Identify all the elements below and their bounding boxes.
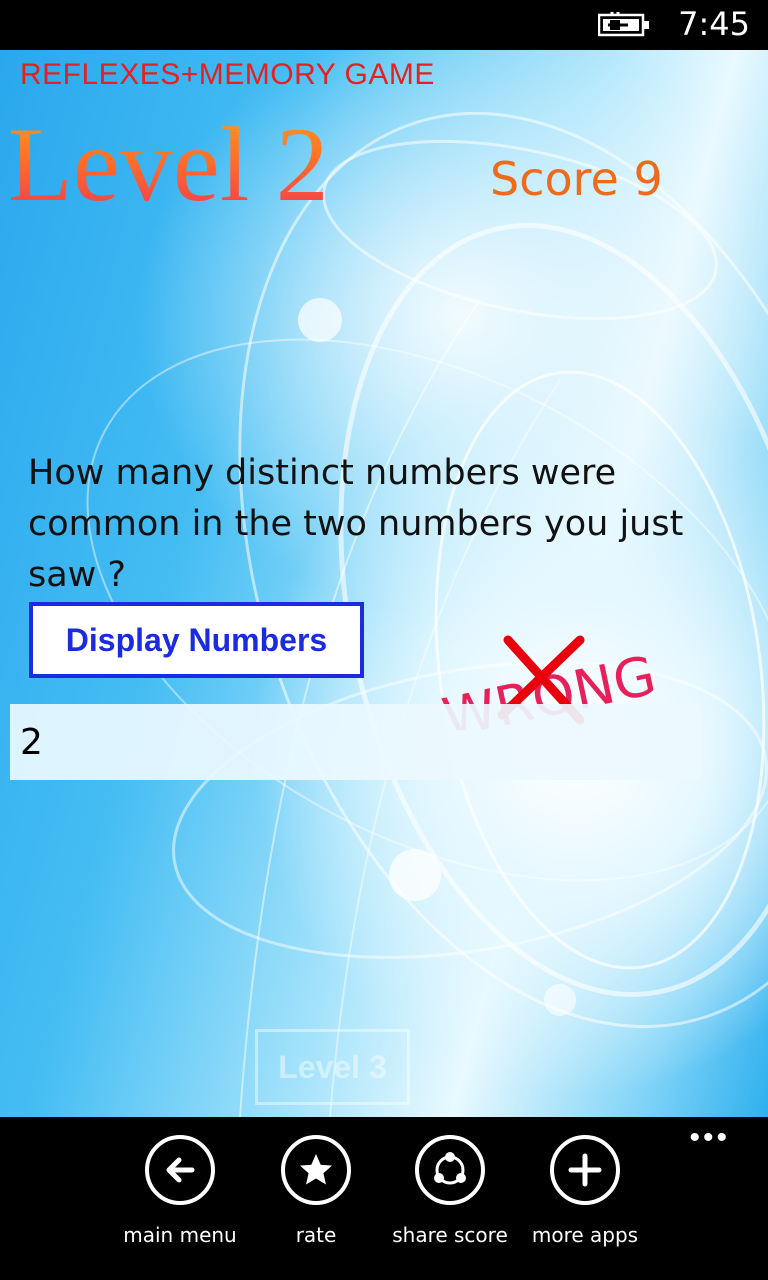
star-icon <box>281 1135 351 1205</box>
back-arrow-icon <box>145 1135 215 1205</box>
level-title: Level 2 <box>8 106 329 223</box>
clock: 7:45 <box>678 5 750 43</box>
rate-label: rate <box>295 1223 337 1247</box>
battery-charging-icon <box>598 12 649 37</box>
app-title: REFLEXES+MEMORY GAME <box>20 58 435 91</box>
answer-input[interactable] <box>10 704 701 780</box>
score-label: Score 9 <box>490 152 663 206</box>
game-screen: REFLEXES+MEMORY GAME Level 2 Score 9 How… <box>0 50 768 1117</box>
share-icon <box>415 1135 485 1205</box>
more-options-icon[interactable]: ••• <box>689 1123 730 1153</box>
rate-button[interactable]: rate <box>249 1135 383 1247</box>
next-level-button: Level 3 <box>255 1029 410 1105</box>
main-menu-button[interactable]: main menu <box>113 1135 247 1247</box>
status-bar: 7:45 <box>0 0 768 50</box>
main-menu-label: main menu <box>123 1223 237 1247</box>
display-numbers-button[interactable]: Display Numbers <box>29 602 364 678</box>
more-apps-label: more apps <box>531 1223 639 1247</box>
question-text: How many distinct numbers were common in… <box>28 453 684 595</box>
more-apps-button[interactable]: more apps <box>518 1135 652 1247</box>
plus-icon <box>550 1135 620 1205</box>
share-score-button[interactable]: share score <box>383 1135 517 1247</box>
app-bar: ••• main menu rate share score more apps <box>0 1117 768 1280</box>
share-score-label: share score <box>392 1223 508 1247</box>
